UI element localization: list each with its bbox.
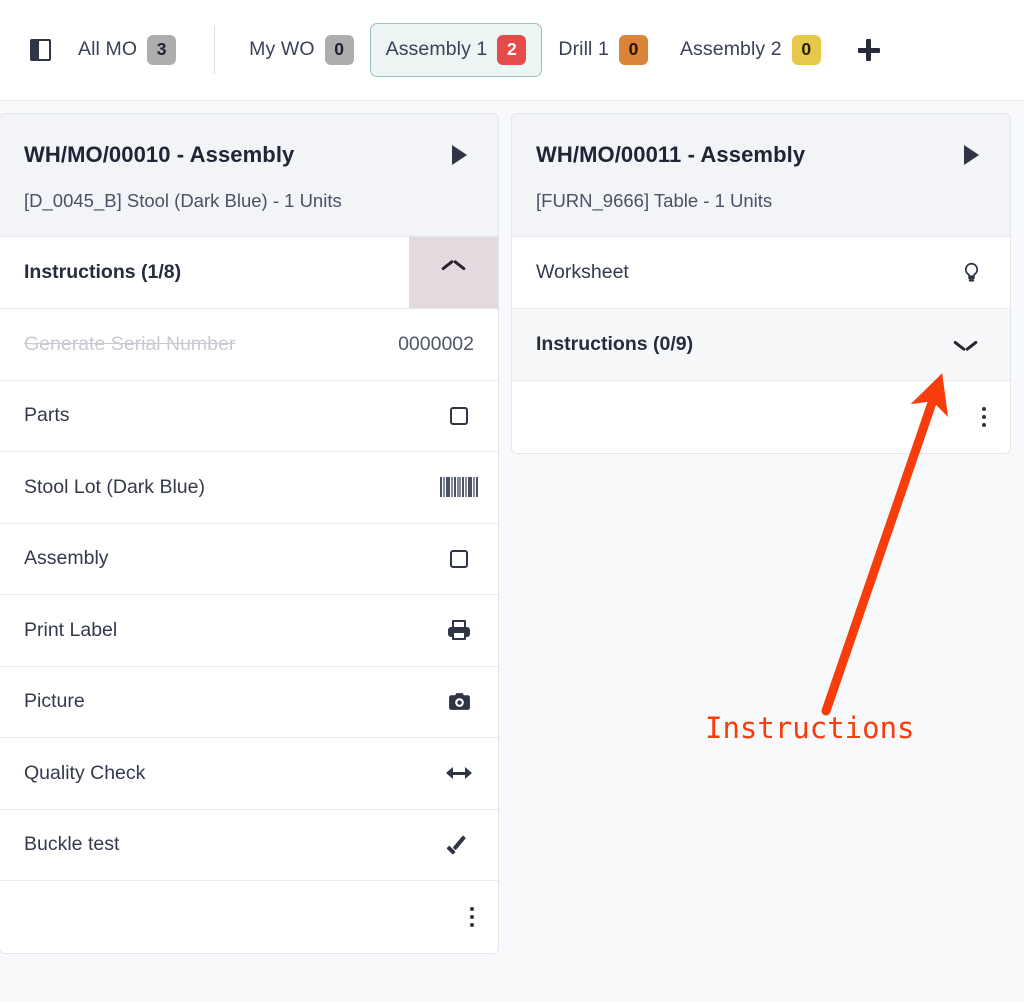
card-title: WH/MO/00011 - Assembly	[536, 142, 806, 167]
chevron-down-icon	[955, 339, 977, 351]
step-value-serial-number: 0000002	[398, 332, 474, 355]
step-label: Quality Check	[24, 761, 146, 784]
plus-icon	[857, 39, 880, 61]
step-label: Assembly	[24, 547, 109, 570]
step-label: Picture	[24, 690, 85, 713]
check-icon[interactable]	[444, 830, 474, 860]
step-row[interactable]: Assembly	[0, 523, 498, 595]
kebab-menu-icon[interactable]	[469, 906, 474, 928]
instructions-section-header[interactable]: Instructions (1/8)	[0, 237, 498, 309]
tab-assembly-2-label: Assembly 2	[679, 38, 782, 61]
tab-assembly-1[interactable]: Assembly 1 2	[369, 23, 543, 77]
step-label: Stool Lot (Dark Blue)	[24, 475, 205, 498]
instructions-expand-button[interactable]	[921, 309, 1010, 380]
lightbulb-icon[interactable]	[956, 258, 986, 288]
work-order-card-wh-mo-00010: WH/MO/00010 - Assembly [D_0045_B] Stool …	[0, 113, 499, 954]
start-work-order-button[interactable]	[956, 140, 986, 170]
add-tab-button[interactable]	[849, 30, 889, 70]
chevron-up-icon	[443, 267, 465, 279]
card-subtitle: [FURN_9666] Table - 1 Units	[536, 190, 773, 211]
play-icon	[963, 145, 979, 165]
card-title-row: WH/MO/00010 - Assembly	[24, 140, 474, 170]
instructions-section-label: Instructions (0/9)	[536, 333, 694, 355]
checkbox-icon[interactable]	[444, 544, 474, 574]
camera-icon[interactable]	[444, 687, 474, 717]
tab-assembly-2-badge: 0	[791, 35, 821, 65]
top-tab-bar: All MO 3 My WO 0 Assembly 1 2 Drill 1 0 …	[0, 0, 1024, 101]
instructions-collapse-button[interactable]	[409, 237, 498, 308]
tab-assembly-2[interactable]: Assembly 2 0	[664, 23, 837, 77]
card-footer	[512, 381, 1010, 453]
tab-divider	[214, 26, 216, 74]
tab-drill-1[interactable]: Drill 1 0	[542, 23, 664, 77]
instructions-section-header[interactable]: Instructions (0/9)	[512, 309, 1010, 381]
card-footer	[0, 881, 498, 953]
step-label: Generate Serial Number	[24, 332, 236, 355]
tab-assembly-1-label: Assembly 1	[385, 38, 488, 61]
play-icon	[451, 145, 467, 165]
card-title: WH/MO/00010 - Assembly	[24, 142, 295, 167]
step-label: Buckle test	[24, 833, 120, 856]
barcode-icon[interactable]	[440, 472, 478, 502]
step-label: Parts	[24, 404, 70, 427]
tab-drill-1-label: Drill 1	[558, 38, 609, 61]
step-row[interactable]: Buckle test	[0, 809, 498, 881]
tab-list: All MO 3 My WO 0 Assembly 1 2 Drill 1 0 …	[62, 0, 889, 100]
step-row[interactable]: Parts	[0, 380, 498, 452]
card-header: WH/MO/00010 - Assembly [D_0045_B] Stool …	[0, 114, 498, 237]
step-row[interactable]: Stool Lot (Dark Blue)	[0, 452, 498, 524]
start-work-order-button[interactable]	[444, 140, 474, 170]
tab-drill-1-badge: 0	[618, 35, 648, 65]
panel-toggle-icon	[29, 39, 51, 61]
tab-my-wo-label: My WO	[249, 38, 315, 61]
card-header: WH/MO/00011 - Assembly [FURN_9666] Table…	[512, 114, 1010, 237]
tab-all-mo[interactable]: All MO 3	[62, 23, 192, 77]
arrows-horizontal-icon[interactable]	[444, 758, 474, 788]
tab-all-mo-label: All MO	[78, 38, 138, 61]
worksheet-row[interactable]: Worksheet	[512, 237, 1010, 309]
instructions-section-label: Instructions (1/8)	[24, 261, 182, 283]
worksheet-label: Worksheet	[536, 261, 629, 283]
sidebar-toggle-button[interactable]	[18, 28, 62, 72]
tab-my-wo-badge: 0	[324, 35, 354, 65]
step-row[interactable]: Generate Serial Number 0000002	[0, 309, 498, 381]
step-label: Print Label	[24, 618, 118, 641]
kebab-menu-icon[interactable]	[981, 406, 986, 428]
printer-icon[interactable]	[444, 615, 474, 645]
tab-my-wo[interactable]: My WO 0	[233, 23, 369, 77]
step-row[interactable]: Quality Check	[0, 738, 498, 810]
work-order-board: WH/MO/00010 - Assembly [D_0045_B] Stool …	[0, 101, 1024, 997]
tab-assembly-1-badge: 2	[497, 35, 527, 65]
card-subtitle: [D_0045_B] Stool (Dark Blue) - 1 Units	[24, 190, 342, 211]
step-row[interactable]: Picture	[0, 666, 498, 738]
tab-all-mo-badge: 3	[147, 35, 177, 65]
checkbox-icon[interactable]	[444, 401, 474, 431]
card-title-row: WH/MO/00011 - Assembly	[536, 140, 986, 170]
work-order-card-wh-mo-00011: WH/MO/00011 - Assembly [FURN_9666] Table…	[511, 113, 1011, 454]
step-row[interactable]: Print Label	[0, 595, 498, 667]
